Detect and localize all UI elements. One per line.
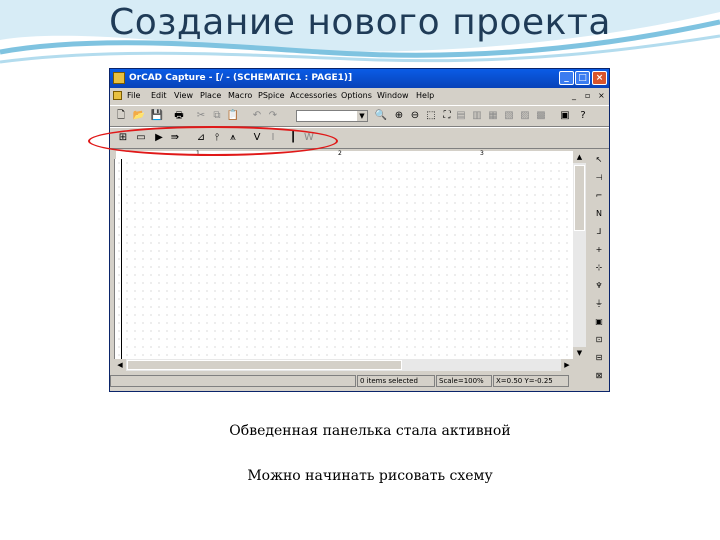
main-toolbar: 🗋 📂 💾 🖶 ✂ ⧉ 📋 ↶ ↷ ▼ 🔍 ⊕ ⊖ ⬚ ⛶ ▤ ▥ ▦ ▧ ▨ …	[110, 105, 609, 127]
back-annotate-icon[interactable]: ▥	[470, 109, 484, 123]
scroll-right-icon[interactable]: ▶	[561, 359, 573, 371]
new-icon[interactable]: 🗋	[114, 109, 128, 123]
place-ground-icon[interactable]: ⏚	[591, 297, 607, 311]
ruler-mark: 3	[480, 150, 484, 157]
undo-icon[interactable]: ↶	[250, 109, 264, 123]
menu-accessories[interactable]: Accessories	[290, 91, 337, 100]
drc-icon[interactable]: ▦	[486, 109, 500, 123]
caption-start-drawing: Можно начинать рисовать схему	[247, 468, 493, 484]
place-net-alias-icon[interactable]: N	[591, 207, 607, 221]
paste-icon[interactable]: 📋	[226, 109, 240, 123]
place-bus-icon[interactable]: ⅃	[591, 225, 607, 239]
window-titlebar[interactable]: OrCAD Capture - [/ - (SCHEMATIC1 : PAGE1…	[110, 69, 609, 88]
app-icon	[113, 72, 125, 84]
vertical-scroll-thumb[interactable]	[574, 165, 585, 231]
place-pin-icon[interactable]: ⊟	[591, 351, 607, 365]
open-icon[interactable]: 📂	[132, 109, 146, 123]
close-button[interactable]: ×	[592, 71, 607, 85]
menu-options[interactable]: Options	[341, 91, 372, 100]
menu-view[interactable]: View	[174, 91, 193, 100]
zoom-in-icon[interactable]: ⊕	[392, 109, 406, 123]
zoom-area-icon[interactable]: ⬚	[424, 109, 438, 123]
menu-file[interactable]: File	[127, 91, 140, 100]
zoom-out-icon[interactable]: ⊖	[408, 109, 422, 123]
place-bus-entry-icon[interactable]: ⊹	[591, 261, 607, 275]
mdi-minimize-button[interactable]: _	[572, 91, 576, 100]
select-icon[interactable]: ↖	[591, 153, 607, 167]
caption-active-toolbar: Обведенная панелька стала активной	[229, 423, 511, 439]
document-icon[interactable]	[113, 91, 122, 100]
place-hierarchical-block-icon[interactable]: ▣	[591, 315, 607, 329]
status-scale: Scale=100%	[436, 375, 492, 387]
title-decoration: Создание нового проекта	[0, 0, 720, 70]
menu-macro[interactable]: Macro	[228, 91, 252, 100]
print-icon[interactable]: 🖶	[172, 109, 186, 123]
menu-edit[interactable]: Edit	[151, 91, 167, 100]
status-message	[110, 375, 356, 387]
highlight-oval	[88, 126, 338, 156]
bill-of-materials-icon[interactable]: ▩	[534, 109, 548, 123]
place-wire-icon[interactable]: ⌐	[591, 189, 607, 203]
save-icon[interactable]: 💾	[150, 109, 164, 123]
tool-palette: ↖ ⊣ ⌐ N ⅃ + ⊹ ♆ ⏚ ▣ ⊡ ⊟ ⊠	[588, 151, 609, 391]
place-port-icon[interactable]: ⊡	[591, 333, 607, 347]
window-title: OrCAD Capture - [/ - (SCHEMATIC1 : PAGE1…	[129, 73, 353, 83]
annotate-icon[interactable]: ▤	[454, 109, 468, 123]
redo-icon[interactable]: ↷	[266, 109, 280, 123]
mdi-restore-button[interactable]: ▫	[585, 91, 590, 100]
find-icon[interactable]: 🔍	[374, 109, 388, 123]
menu-help[interactable]: Help	[416, 91, 434, 100]
chevron-down-icon[interactable]: ▼	[357, 111, 367, 121]
part-search-combo[interactable]: ▼	[296, 110, 368, 122]
scroll-left-icon[interactable]: ◀	[114, 359, 126, 371]
horizontal-scrollbar[interactable]: ◀ ▶	[114, 359, 573, 371]
page-border	[121, 159, 122, 359]
menu-bar: File Edit View Place Macro PSpice Access…	[110, 88, 609, 104]
cross-reference-icon[interactable]: ▨	[518, 109, 532, 123]
place-off-page-connector-icon[interactable]: ⊠	[591, 369, 607, 383]
minimize-button[interactable]: _	[559, 71, 574, 85]
help-icon[interactable]: ?	[576, 109, 590, 123]
slide-title: Создание нового проекта	[109, 2, 611, 43]
project-manager-icon[interactable]: ▣	[558, 109, 572, 123]
copy-icon[interactable]: ⧉	[210, 109, 224, 123]
netlist-icon[interactable]: ▧	[502, 109, 516, 123]
status-bar: 0 items selected Scale=100% X=0.50 Y=-0.…	[110, 374, 586, 388]
ruler-mark: 2	[338, 150, 342, 157]
place-junction-icon[interactable]: +	[591, 243, 607, 257]
menu-place[interactable]: Place	[200, 91, 221, 100]
status-coordinates: X=0.50 Y=-0.25	[493, 375, 569, 387]
orcad-window: OrCAD Capture - [/ - (SCHEMATIC1 : PAGE1…	[109, 68, 610, 392]
place-part-icon[interactable]: ⊣	[591, 171, 607, 185]
menu-pspice[interactable]: PSpice	[258, 91, 285, 100]
cut-icon[interactable]: ✂	[194, 109, 208, 123]
zoom-all-icon[interactable]: ⛶	[440, 109, 454, 123]
place-power-icon[interactable]: ♆	[591, 279, 607, 293]
scroll-up-icon[interactable]: ▲	[573, 151, 586, 163]
status-selection: 0 items selected	[357, 375, 435, 387]
menu-window[interactable]: Window	[377, 91, 409, 100]
schematic-canvas[interactable]	[114, 159, 586, 359]
scroll-down-icon[interactable]: ▼	[573, 347, 586, 359]
mdi-close-button[interactable]: ×	[598, 91, 605, 100]
vertical-scrollbar[interactable]: ▲ ▼	[573, 151, 586, 359]
horizontal-scroll-thumb[interactable]	[127, 360, 402, 370]
maximize-button[interactable]: □	[575, 71, 590, 85]
